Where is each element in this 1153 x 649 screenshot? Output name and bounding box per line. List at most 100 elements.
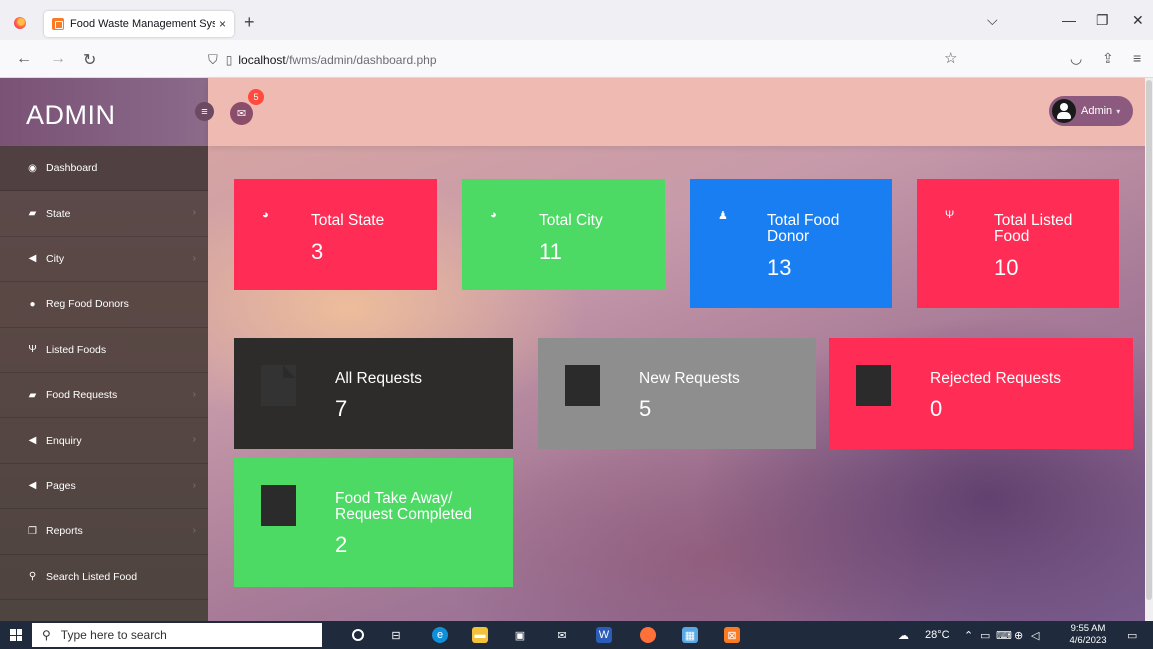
request-title: Food Take Away/ Request Completed — [335, 490, 472, 523]
sidebar-item-label: Reports — [46, 525, 83, 538]
back-arrow-icon[interactable]: ← — [16, 50, 32, 68]
search-icon: ⚲ — [28, 571, 37, 583]
stat-title: Total Listed Food — [994, 212, 1073, 245]
sidebar-item-enquiry[interactable]: ◀ Enquiry › — [0, 418, 208, 464]
dashboard-icon: ◉ — [28, 162, 37, 174]
list-all-tabs-icon[interactable]: ⌵ — [987, 12, 998, 29]
sidebar-item-pages[interactable]: ◀ Pages › — [0, 464, 208, 510]
clock-date: 4/6/2023 — [1069, 635, 1107, 646]
word-icon[interactable]: W — [596, 627, 612, 643]
keyboard-icon[interactable]: ⌨ — [996, 629, 1012, 642]
taskbar-clock[interactable]: 9:55 AM 4/6/2023 — [1066, 623, 1110, 647]
search-icon: ⚲ — [42, 628, 51, 642]
page-scrollbar[interactable] — [1145, 78, 1153, 621]
request-title: New Requests — [639, 370, 740, 387]
stat-title: Total State — [311, 212, 385, 229]
request-value: 7 — [335, 396, 348, 421]
request-card-completed[interactable]: Food Take Away/ Request Completed 2 — [234, 458, 513, 587]
network-icon[interactable]: ⊕ — [1014, 629, 1023, 642]
file-explorer-icon[interactable]: ▬ — [472, 627, 488, 643]
xampp-favicon-icon — [52, 18, 64, 30]
browser-tab-bar: Food Waste Management Syste × + ⌵ — ❐ ✕ — [0, 0, 1153, 40]
bullhorn-icon: ◀ — [28, 435, 37, 447]
bullhorn-icon: ◀ — [28, 480, 37, 492]
request-value: 2 — [335, 532, 348, 557]
extensions-icon[interactable]: ⇪ — [1102, 50, 1114, 67]
avatar — [1052, 99, 1076, 123]
request-card-new[interactable]: New Requests 5 — [538, 338, 816, 449]
globe-icon: ◕ — [490, 209, 497, 221]
sidebar-item-reg-food-donors[interactable]: ● Reg Food Donors — [0, 282, 208, 328]
battery-icon[interactable]: ▭ — [980, 629, 990, 642]
windows-taskbar: ⚲ Type here to search ⊟ e ▬ ▣ ✉ W ▦ ⊠ ☁ … — [0, 621, 1153, 649]
request-title: All Requests — [335, 370, 423, 387]
close-window-button[interactable]: ✕ — [1132, 12, 1144, 29]
scrollbar-thumb[interactable] — [1146, 80, 1152, 600]
file-icon — [565, 365, 600, 406]
weather-icon[interactable]: ☁ — [898, 629, 909, 642]
reload-icon[interactable]: ↻ — [83, 50, 96, 70]
task-view-icon[interactable]: ⊟ — [388, 627, 404, 643]
bookmark-star-icon[interactable]: ☆ — [944, 49, 957, 67]
stat-value: 3 — [311, 239, 324, 264]
app-icon[interactable]: ▦ — [682, 627, 698, 643]
file-icon — [856, 365, 891, 406]
stat-card-total-state[interactable]: ◕ Total State 3 — [234, 179, 437, 290]
brand-title[interactable]: ADMIN — [26, 100, 116, 131]
volume-icon[interactable]: ◁ — [1031, 629, 1039, 642]
mail-icon[interactable]: ✉ — [230, 102, 253, 125]
taskbar-search-input[interactable]: ⚲ Type here to search — [32, 623, 322, 647]
cutlery-icon: Ψ — [945, 209, 955, 221]
browser-nav-bar: ← → ↻ ⛉ ▯ localhost/fwms/admin/dashboard… — [0, 40, 1153, 78]
new-tab-button[interactable]: + — [244, 12, 255, 33]
stat-card-total-city[interactable]: ◕ Total City 11 — [462, 179, 665, 290]
pocket-icon[interactable]: ◡ — [1070, 50, 1082, 67]
stat-card-total-listed-food[interactable]: Ψ Total Listed Food 10 — [917, 179, 1119, 308]
minimize-button[interactable]: — — [1062, 12, 1076, 28]
sidebar-toggle-button[interactable]: ≡ — [195, 102, 214, 121]
store-icon[interactable]: ▣ — [512, 627, 528, 643]
notifications-icon[interactable]: ▭ — [1127, 629, 1137, 642]
tab-close-icon[interactable]: × — [219, 17, 226, 31]
tray-expand-icon[interactable]: ⌃ — [964, 629, 973, 642]
sidebar-item-label: Dashboard — [46, 162, 98, 175]
stat-value: 10 — [994, 255, 1019, 280]
sidebar-item-reports[interactable]: ❐ Reports › — [0, 509, 208, 555]
request-card-rejected[interactable]: Rejected Requests 0 — [829, 338, 1133, 449]
cortana-icon[interactable] — [352, 629, 364, 641]
browser-tab[interactable]: Food Waste Management Syste × — [44, 11, 234, 37]
taskbar-search-placeholder: Type here to search — [60, 628, 167, 642]
page-info-icon[interactable]: ▯ — [226, 53, 233, 67]
forward-arrow-icon[interactable]: → — [50, 50, 66, 68]
firefox-taskbar-icon[interactable] — [640, 627, 656, 643]
users-icon: ● — [29, 298, 36, 310]
firefox-icon[interactable] — [14, 17, 26, 29]
menu-icon[interactable]: ≡ — [1133, 50, 1141, 66]
weather-temp[interactable]: 28°C — [925, 629, 950, 641]
admin-dropdown-button[interactable]: Admin ▾ — [1049, 96, 1133, 126]
mail-app-icon[interactable]: ✉ — [554, 627, 570, 643]
edge-icon[interactable]: e — [432, 627, 448, 643]
sidebar-item-listed-foods[interactable]: Ψ Listed Foods — [0, 328, 208, 373]
chevron-right-icon: › — [192, 388, 196, 400]
mail-count-badge: 5 — [248, 89, 264, 105]
sidebar-item-city[interactable]: ◀ City › — [0, 237, 208, 283]
address-bar[interactable]: ⛉ ▯ localhost/fwms/admin/dashboard.php — [208, 48, 968, 72]
sidebar-item-dashboard[interactable]: ◉ Dashboard — [0, 146, 208, 192]
file-icon — [261, 365, 296, 406]
restore-button[interactable]: ❐ — [1096, 12, 1109, 29]
xampp-icon[interactable]: ⊠ — [724, 627, 740, 643]
stat-card-total-food-donor[interactable]: ♟ Total Food Donor 13 — [690, 179, 892, 308]
sidebar-item-food-requests[interactable]: ▰ Food Requests › — [0, 373, 208, 419]
chevron-right-icon: › — [192, 525, 196, 537]
request-card-all[interactable]: All Requests 7 — [234, 338, 513, 449]
stat-title: Total Food Donor — [767, 212, 840, 245]
sidebar-item-state[interactable]: ▰ State › — [0, 191, 208, 237]
sidebar-item-search-listed-food[interactable]: ⚲ Search Listed Food — [0, 555, 208, 600]
book-icon: ▰ — [28, 208, 37, 220]
tracking-shield-icon[interactable]: ⛉ — [208, 52, 218, 68]
user-icon: ♟ — [718, 210, 728, 222]
sidebar-item-label: State — [46, 207, 71, 220]
sidebar-item-label: Pages — [46, 479, 76, 492]
windows-start-icon[interactable] — [10, 629, 22, 641]
